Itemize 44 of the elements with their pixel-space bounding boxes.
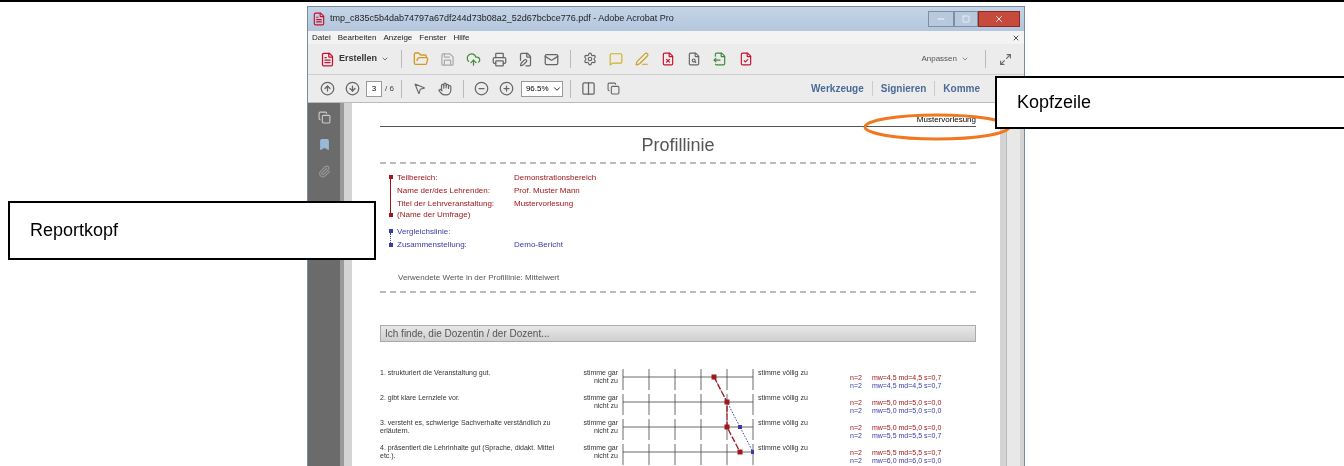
info-label: Teilbereich: (397, 172, 439, 183)
close-icon (994, 14, 1004, 24)
page-number-field[interactable]: 3 (366, 80, 382, 97)
menu-item[interactable]: Bearbeiten (337, 31, 377, 44)
info-label: Titel der Lehrveranstaltung: (Name der Umfrage) (397, 198, 496, 220)
pdf-file-icon (312, 12, 326, 26)
maximize-button[interactable] (954, 11, 978, 27)
report-title: Profillinie (641, 135, 715, 156)
info-value: Demo-Bericht (514, 239, 563, 250)
scrollbar[interactable] (1006, 129, 1020, 466)
pages-icon[interactable] (317, 111, 331, 124)
zoom-dropdown[interactable]: 96.5% (520, 80, 563, 97)
menu-item[interactable]: Hilfe (453, 31, 470, 44)
info-label: Vergleichslinie: (397, 226, 452, 237)
menu-item[interactable]: Datei (312, 31, 331, 44)
menu-item[interactable]: Anzeige (383, 31, 413, 44)
callout-box: Reportkopf (8, 201, 376, 260)
minimize-button[interactable] (928, 11, 954, 27)
customize-button[interactable]: Anpassen (913, 53, 977, 65)
info-value: Demonstrationsbereich (514, 172, 597, 183)
page-header: Mustervorlesung (916, 115, 976, 125)
paperclip-icon[interactable] (317, 165, 331, 178)
callout-box: Kopfzeile (995, 76, 1344, 129)
info-value: Mustervorlesung (514, 198, 574, 210)
bracket-marker-icon (388, 226, 393, 250)
panel-tab[interactable]: Signieren (871, 81, 935, 96)
panel-tab[interactable]: Komme (934, 81, 988, 96)
document-icon (320, 51, 335, 67)
caret-icon (381, 55, 390, 63)
page-count: / 6 (385, 82, 394, 95)
menu-item[interactable]: Fenster (419, 31, 447, 44)
values-note: Verwendete Werte in der Profillinie: Mittelwert (398, 273, 560, 282)
caret-icon (961, 55, 969, 63)
window-title: tmp_c835c5b4dab74797a67df244d73b08a2_52d67bcbce776.pdf - Adobe Acrobat Pro (330, 12, 674, 26)
close-document-icon[interactable] (1012, 33, 1020, 42)
info-value: Prof. Muster Mann (514, 185, 580, 196)
panel-tab[interactable]: Werkzeuge (803, 81, 872, 96)
info-label: Zusammenstellung: (397, 239, 468, 250)
create-button[interactable]: Erstellen (316, 51, 394, 67)
info-label: Name der/des Lehrenden: (397, 185, 491, 196)
bookmark-icon[interactable] (317, 138, 331, 151)
bracket-marker-icon (388, 172, 393, 220)
section-header: Ich finde, die Dozentin / der Dozent... (380, 325, 976, 342)
maximize-icon (962, 15, 970, 23)
